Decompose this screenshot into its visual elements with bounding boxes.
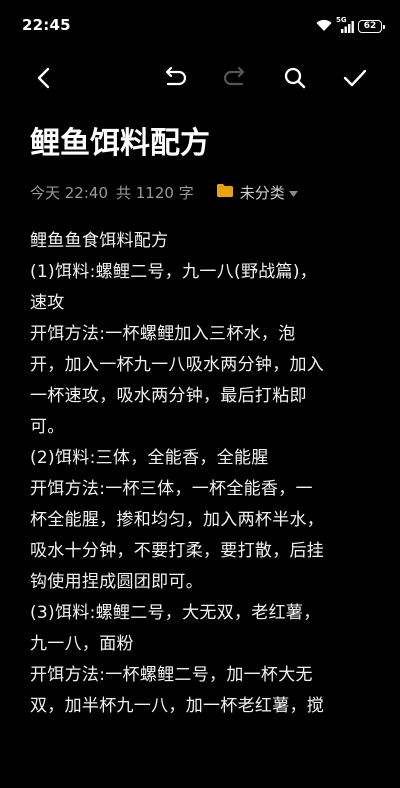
note-date: 今天 22:40 — [30, 183, 108, 202]
note-line: (2)饵料:三体，全能香，全能腥 — [30, 448, 269, 468]
note-line: 开饵方法:一杯螺鲤二号，加一杯大无 — [30, 665, 313, 685]
battery-level: 62 — [363, 21, 377, 31]
save-button[interactable] — [341, 66, 369, 94]
status-bar: 22:45 5G 62 — [0, 0, 400, 52]
note-body[interactable]: 鲤鱼鱼食饵料配方 (1)饵料:螺鲤二号，九一八(野战篇)， 速攻开饵方法:一杯螺鲤加… — [30, 226, 378, 722]
note-line: 鲤鱼鱼食饵料配方 — [30, 231, 169, 251]
chevron-down-icon — [288, 183, 304, 201]
word-count: 共 1120 字 — [116, 183, 194, 202]
battery-icon: 62 — [358, 20, 385, 33]
note-line: 开，加入一杯九一八吸水两分钟，加入 — [30, 355, 325, 375]
cellular-signal-icon: 5G — [336, 16, 354, 33]
undo-button[interactable] — [161, 66, 189, 94]
note-line: 开饵方法:一杯螺鲤加入三杯水，泡 — [30, 324, 296, 344]
editor-toolbar — [0, 52, 400, 108]
search-button[interactable] — [281, 66, 309, 94]
note-line: 双，加半杯九一八，加一杯老红薯，搅 — [30, 696, 325, 716]
status-time: 22:45 — [22, 16, 71, 34]
note-line: 九一八，面粉 — [30, 634, 134, 654]
note-line: 可。 — [30, 417, 65, 437]
status-icons: 5G 62 — [316, 16, 385, 36]
folder-icon — [216, 183, 240, 202]
note-line: 开饵方法:一杯三体，一杯全能香，一 — [30, 479, 313, 499]
folder-name: 未分类 — [239, 183, 285, 202]
note-line: (1)饵料:螺鲤二号，九一八(野战篇)， — [30, 262, 318, 282]
search-icon — [283, 66, 307, 94]
folder-selector[interactable]: 未分类 — [216, 182, 304, 203]
note-line: 一杯速攻，吸水两分钟，最后打粘即 — [30, 386, 307, 406]
undo-icon — [162, 66, 188, 93]
redo-button[interactable] — [221, 66, 249, 94]
back-button[interactable] — [30, 66, 58, 94]
note-title[interactable]: 鲤鱼饵料配方 — [30, 122, 210, 166]
note-line: 吸水十分钟，不要打柔，要打散，后挂 — [30, 541, 325, 561]
wifi-icon — [316, 17, 332, 36]
redo-icon — [222, 66, 248, 93]
back-arrow-icon — [34, 67, 54, 93]
note-meta: 今天 22:40 共 1120 字 未分类 — [30, 180, 304, 204]
note-line: (3)饵料:螺鲤二号，大无双，老红薯， — [30, 603, 321, 623]
note-line: 速攻 — [30, 293, 65, 313]
note-line: 杯全能腥，掺和均匀，加入两杯半水， — [30, 510, 325, 530]
note-line: 钩使用捏成圆团即可。 — [30, 572, 203, 592]
check-icon — [342, 67, 368, 93]
